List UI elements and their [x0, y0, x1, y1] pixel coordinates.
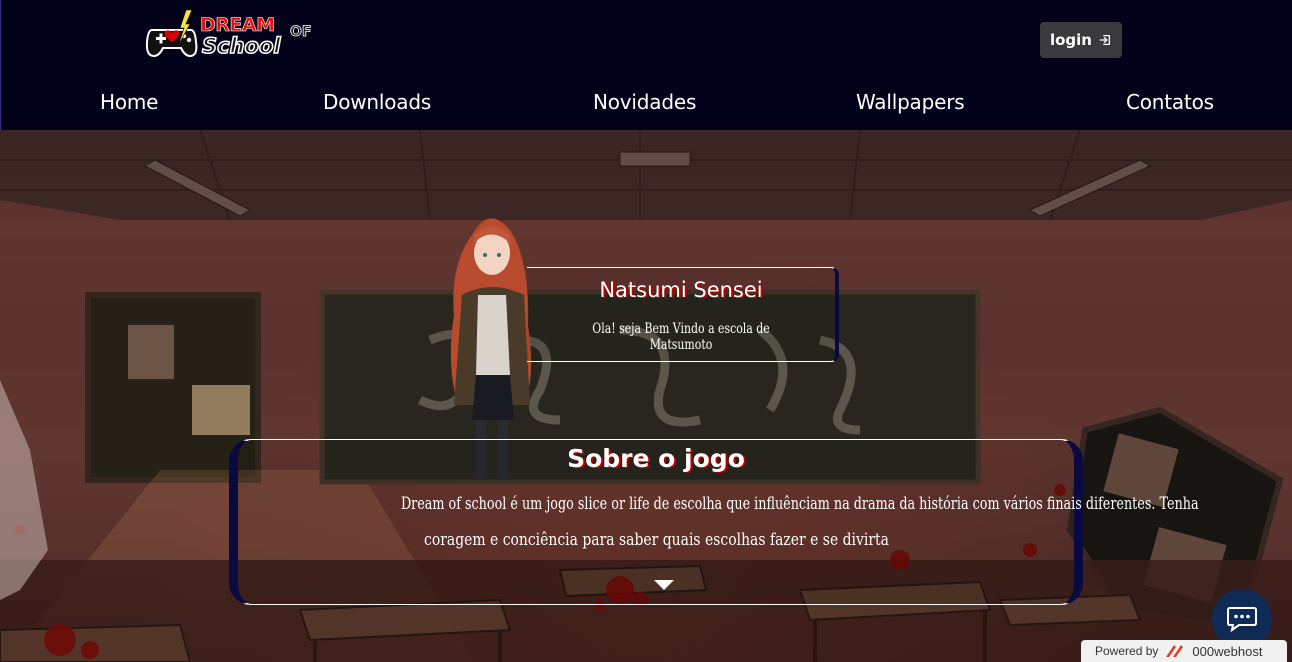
login-icon [1099, 34, 1111, 46]
site-header: DREAM School OF login Home Downloads Nov… [0, 0, 1292, 130]
about-game-title: Sobre o jogo [567, 444, 745, 473]
main-nav: Home Downloads Novidades Wallpapers Cont… [1, 90, 1292, 120]
nav-item-downloads[interactable]: Downloads [323, 90, 431, 114]
powered-by-badge[interactable]: Powered by 000webhost [1081, 640, 1287, 662]
natsumi-greeting-text: Ola! seja Bem Vindo a escola de Matsumot… [592, 321, 770, 353]
nav-item-novidades[interactable]: Novidades [593, 90, 696, 114]
login-button[interactable]: login [1040, 22, 1122, 58]
about-game-card: Sobre o jogo Dream of school é um jogo s… [229, 439, 1199, 605]
webhost-logo-icon [1166, 645, 1184, 657]
nav-item-wallpapers[interactable]: Wallpapers [856, 90, 965, 114]
about-game-text-line2: coragem e conciência para saber quais es… [423, 530, 889, 550]
login-label: login [1049, 31, 1092, 49]
natsumi-title: Natsumi Sensei [599, 278, 763, 302]
logo-text-of: OF [290, 24, 312, 41]
webhost-name: 000webhost [1192, 643, 1263, 659]
nav-item-contatos[interactable]: Contatos [1126, 90, 1214, 114]
chat-bubble-icon [1227, 607, 1257, 632]
logo-text-school: School [201, 33, 281, 59]
expand-arrow-icon[interactable] [654, 580, 674, 590]
natsumi-greeting-card: Natsumi Sensei Ola! seja Bem Vindo a esc… [527, 267, 839, 362]
site-logo[interactable]: DREAM School OF [144, 8, 320, 66]
about-game-text-line1: Dream of school é um jogo slice or life … [400, 494, 1199, 514]
about-game-text: Dream of school é um jogo slice or life … [268, 486, 1199, 558]
logo-text-dream: DREAM [200, 14, 276, 37]
powered-by-label: Powered by [1095, 644, 1159, 658]
hero-background: Natsumi Sensei Ola! seja Bem Vindo a esc… [0, 130, 1292, 662]
nav-item-home[interactable]: Home [100, 90, 158, 114]
